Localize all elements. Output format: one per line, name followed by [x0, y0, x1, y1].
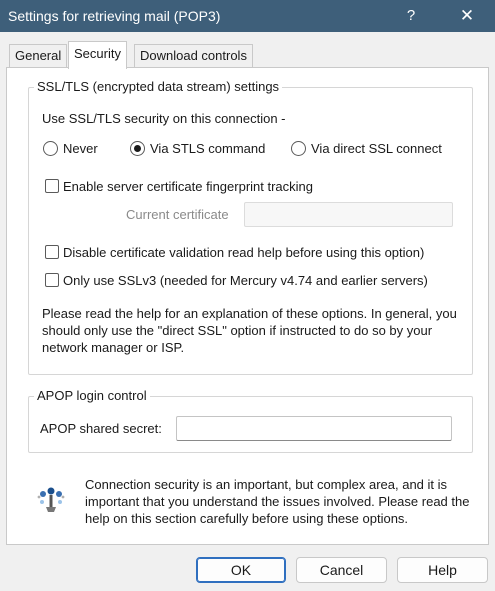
ssl-prompt-label: Use SSL/TLS security on this connection …: [42, 111, 286, 126]
tab-general[interactable]: General: [9, 44, 68, 68]
disable-validation-checkbox[interactable]: [45, 245, 59, 259]
apop-secret-input[interactable]: [176, 416, 452, 441]
title-help-button[interactable]: ?: [397, 4, 425, 28]
close-button[interactable]: ✕: [452, 4, 482, 28]
sslv3-only-label[interactable]: Only use SSLv3 (needed for Mercury v4.74…: [63, 273, 428, 288]
security-info-icon: [33, 482, 69, 518]
ssl-tls-group-label: SSL/TLS (encrypted data stream) settings: [34, 79, 283, 94]
ok-button[interactable]: OK: [196, 557, 286, 583]
apop-secret-label: APOP shared secret:: [40, 421, 162, 436]
security-tab-panel: SSL/TLS (encrypted data stream) settings…: [6, 67, 489, 545]
ssl-help-text: Please read the help for an explanation …: [42, 306, 457, 355]
radio-direct-ssl-label[interactable]: Via direct SSL connect: [311, 141, 442, 156]
radio-never[interactable]: [43, 141, 58, 156]
radio-never-label[interactable]: Never: [63, 141, 98, 156]
title-bar: Settings for retrieving mail (POP3) ? ✕: [0, 0, 495, 32]
current-certificate-label: Current certificate: [126, 207, 229, 222]
security-info-text: Connection security is an important, but…: [85, 477, 470, 526]
radio-via-stls-label[interactable]: Via STLS command: [150, 141, 265, 156]
help-button[interactable]: Help: [397, 557, 488, 583]
tab-security[interactable]: Security: [68, 41, 127, 69]
sslv3-only-checkbox[interactable]: [45, 273, 59, 287]
apop-group-label: APOP login control: [34, 388, 150, 403]
cancel-button[interactable]: Cancel: [296, 557, 387, 583]
radio-direct-ssl[interactable]: [291, 141, 306, 156]
window-title: Settings for retrieving mail (POP3): [8, 8, 221, 24]
disable-validation-label[interactable]: Disable certificate validation read help…: [63, 245, 424, 260]
radio-via-stls[interactable]: [130, 141, 145, 156]
current-certificate-field: [244, 202, 453, 227]
tab-download-controls[interactable]: Download controls: [134, 44, 253, 68]
fingerprint-tracking-checkbox[interactable]: [45, 179, 59, 193]
fingerprint-tracking-label[interactable]: Enable server certificate fingerprint tr…: [63, 179, 313, 194]
